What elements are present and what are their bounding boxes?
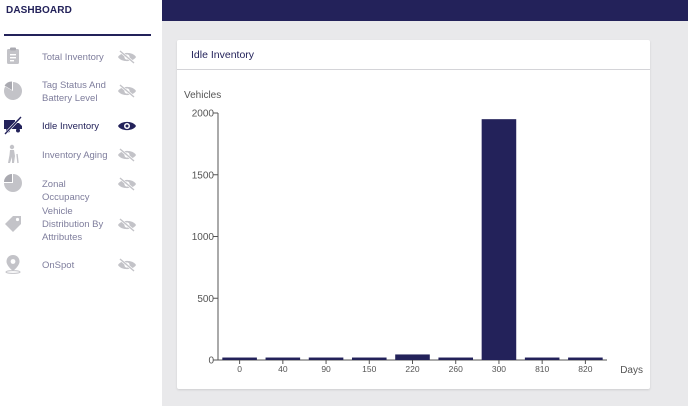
bar <box>265 357 301 360</box>
bar <box>568 357 603 360</box>
eye-slash-icon[interactable] <box>117 258 137 272</box>
y-axis-label: Vehicles <box>184 90 221 101</box>
sidebar-item-label: OnSpot <box>42 260 75 271</box>
tag-icon <box>5 216 21 232</box>
eye-slash-icon[interactable] <box>117 84 137 98</box>
top-bar <box>162 0 688 21</box>
eye-icon[interactable] <box>117 119 137 133</box>
pie-chart-icon <box>3 81 22 100</box>
bar <box>524 357 560 360</box>
sidebar: DASHBOARD Total Inventory Tag Status And… <box>0 0 162 406</box>
x-tick-label: 0 <box>237 364 242 374</box>
truck-slash-icon <box>4 116 22 135</box>
x-tick-label: 300 <box>492 364 506 374</box>
sidebar-item-label: Tag Status And Battery Level <box>42 80 106 104</box>
sidebar-item-label: Zonal Occupancy <box>42 179 90 203</box>
sidebar-item-label: Idle Inventory <box>42 121 100 132</box>
bar <box>351 357 387 360</box>
elderly-person-icon <box>8 144 19 164</box>
eye-slash-icon[interactable] <box>117 50 137 64</box>
bar <box>438 357 474 360</box>
x-tick-label: 150 <box>362 364 376 374</box>
y-tick-label: 500 <box>197 294 214 305</box>
idle-inventory-chart: Vehicles 0 500 1000 1500 2000 0 40 90 150 220 260 30… <box>184 90 643 376</box>
sidebar-item-onspot[interactable]: OnSpot <box>0 254 162 276</box>
sidebar-item-label: Vehicle Distribution By Attributes <box>42 206 104 243</box>
bar <box>308 357 344 360</box>
x-tick-label: 260 <box>449 364 463 374</box>
x-tick-label: 40 <box>278 364 288 374</box>
x-tick-label: 220 <box>405 364 419 374</box>
sidebar-divider <box>4 34 151 36</box>
y-tick-label: 1000 <box>192 232 215 243</box>
x-tick-label: 820 <box>578 364 592 374</box>
bar <box>395 354 430 360</box>
quarter-pie-icon <box>4 174 22 192</box>
x-tick-label: 810 <box>535 364 549 374</box>
sidebar-item-vehicle-distribution[interactable]: Vehicle Distribution By Attributes <box>0 205 162 245</box>
eye-slash-icon[interactable] <box>117 218 137 232</box>
x-axis-label: Days <box>620 365 643 376</box>
y-tick-label: 2000 <box>192 109 215 120</box>
sidebar-item-label: Total Inventory <box>42 52 104 63</box>
y-tick-label: 0 <box>208 356 214 367</box>
map-pin-icon <box>5 255 21 274</box>
y-tick-label: 1500 <box>192 170 215 181</box>
sidebar-item-total-inventory[interactable]: Total Inventory <box>0 46 162 68</box>
eye-slash-icon[interactable] <box>117 148 137 162</box>
sidebar-item-zonal-occupancy[interactable]: Zonal Occupancy <box>0 173 162 203</box>
sidebar-item-tag-status[interactable]: Tag Status And Battery Level <box>0 78 162 106</box>
sidebar-item-label: Inventory Aging <box>42 150 108 161</box>
x-tick-label: 90 <box>321 364 331 374</box>
idle-inventory-card: Idle Inventory Vehicles 0 500 1000 1500 2000 0… <box>177 40 650 389</box>
clipboard-icon <box>7 47 19 64</box>
eye-slash-icon[interactable] <box>117 177 137 191</box>
bar <box>481 119 517 360</box>
sidebar-title: DASHBOARD <box>6 5 72 16</box>
sidebar-item-idle-inventory[interactable]: Idle Inventory <box>0 115 162 137</box>
sidebar-item-inventory-aging[interactable]: Inventory Aging <box>0 144 162 166</box>
bar <box>222 357 257 360</box>
